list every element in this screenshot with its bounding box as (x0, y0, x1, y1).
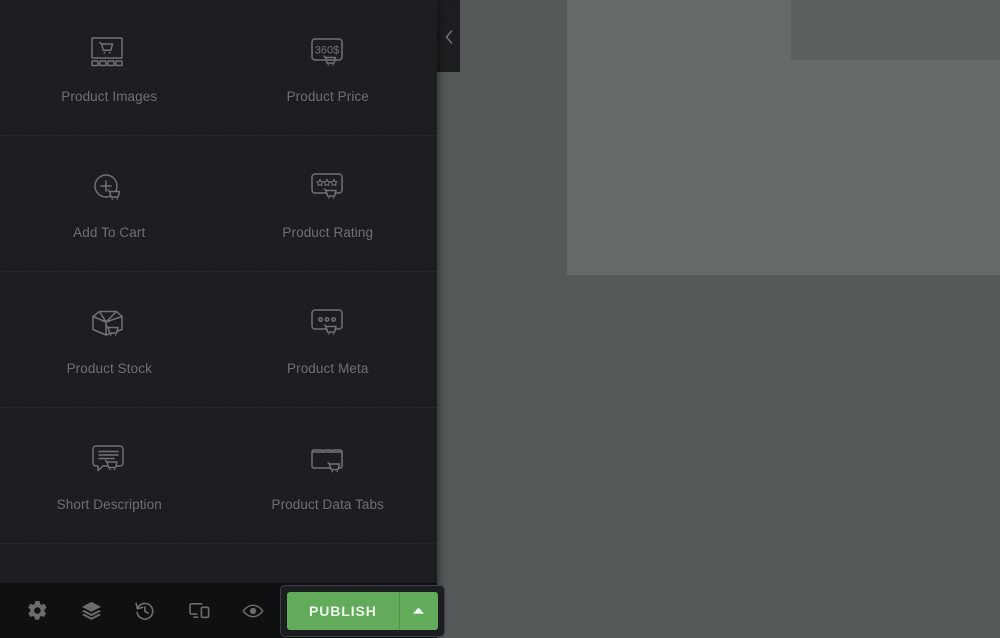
editor-screen: Product Images 360$ Product Price Add To… (0, 0, 1000, 638)
widget-product-price[interactable]: 360$ Product Price (218, 0, 438, 136)
widgets-panel: Product Images 360$ Product Price Add To… (0, 0, 445, 638)
widget-label: Product Meta (287, 361, 369, 377)
product-rating-icon (305, 168, 351, 214)
preview-button[interactable] (226, 583, 280, 638)
widget-label: Product Rating (282, 225, 374, 241)
widget-label: Product Price (286, 89, 369, 105)
product-meta-icon (305, 304, 351, 350)
widget-short-description[interactable]: Short Description (0, 408, 219, 544)
history-icon (135, 601, 155, 621)
publish-options-button[interactable] (398, 591, 438, 630)
navigator-button[interactable] (64, 583, 118, 638)
responsive-mode-button[interactable] (172, 583, 226, 638)
devices-icon (188, 601, 210, 620)
publish-button-group: PUBLISH (287, 591, 438, 630)
widget-add-to-cart[interactable]: Add To Cart (0, 136, 219, 272)
widget-label: Product Images (61, 89, 158, 105)
settings-button[interactable] (10, 583, 64, 638)
short-description-icon (86, 440, 132, 486)
widget-label: Product Data Tabs (271, 497, 384, 513)
caret-up-icon (412, 606, 425, 615)
eye-icon (242, 603, 264, 619)
svg-text:360$: 360$ (315, 45, 339, 57)
toolbar-icon-group (0, 583, 280, 638)
product-price-icon: 360$ (305, 32, 351, 78)
product-stock-icon (86, 304, 132, 350)
widget-product-meta[interactable]: Product Meta (218, 272, 438, 408)
widget-label: Add To Cart (73, 225, 146, 241)
widget-product-rating[interactable]: Product Rating (218, 136, 438, 272)
widget-grid: Product Images 360$ Product Price Add To… (0, 0, 437, 583)
product-data-tabs-icon (305, 440, 351, 486)
canvas-content-block[interactable] (791, 0, 1000, 60)
layers-icon (81, 600, 102, 621)
publish-button[interactable]: PUBLISH (287, 591, 399, 630)
panel-collapse-button[interactable] (437, 18, 460, 56)
add-to-cart-icon (86, 168, 132, 214)
widget-label: Product Stock (66, 361, 152, 377)
widget-product-images[interactable]: Product Images (0, 0, 219, 136)
gear-icon (27, 601, 47, 620)
publish-button-wrapper: PUBLISH (280, 584, 445, 637)
history-button[interactable] (118, 583, 172, 638)
widget-product-stock[interactable]: Product Stock (0, 272, 219, 408)
editor-bottom-toolbar: PUBLISH (0, 583, 445, 638)
widget-product-data-tabs[interactable]: Product Data Tabs (218, 408, 438, 544)
widget-label: Short Description (56, 497, 162, 513)
chevron-left-icon (443, 28, 455, 46)
product-images-icon (86, 32, 132, 78)
